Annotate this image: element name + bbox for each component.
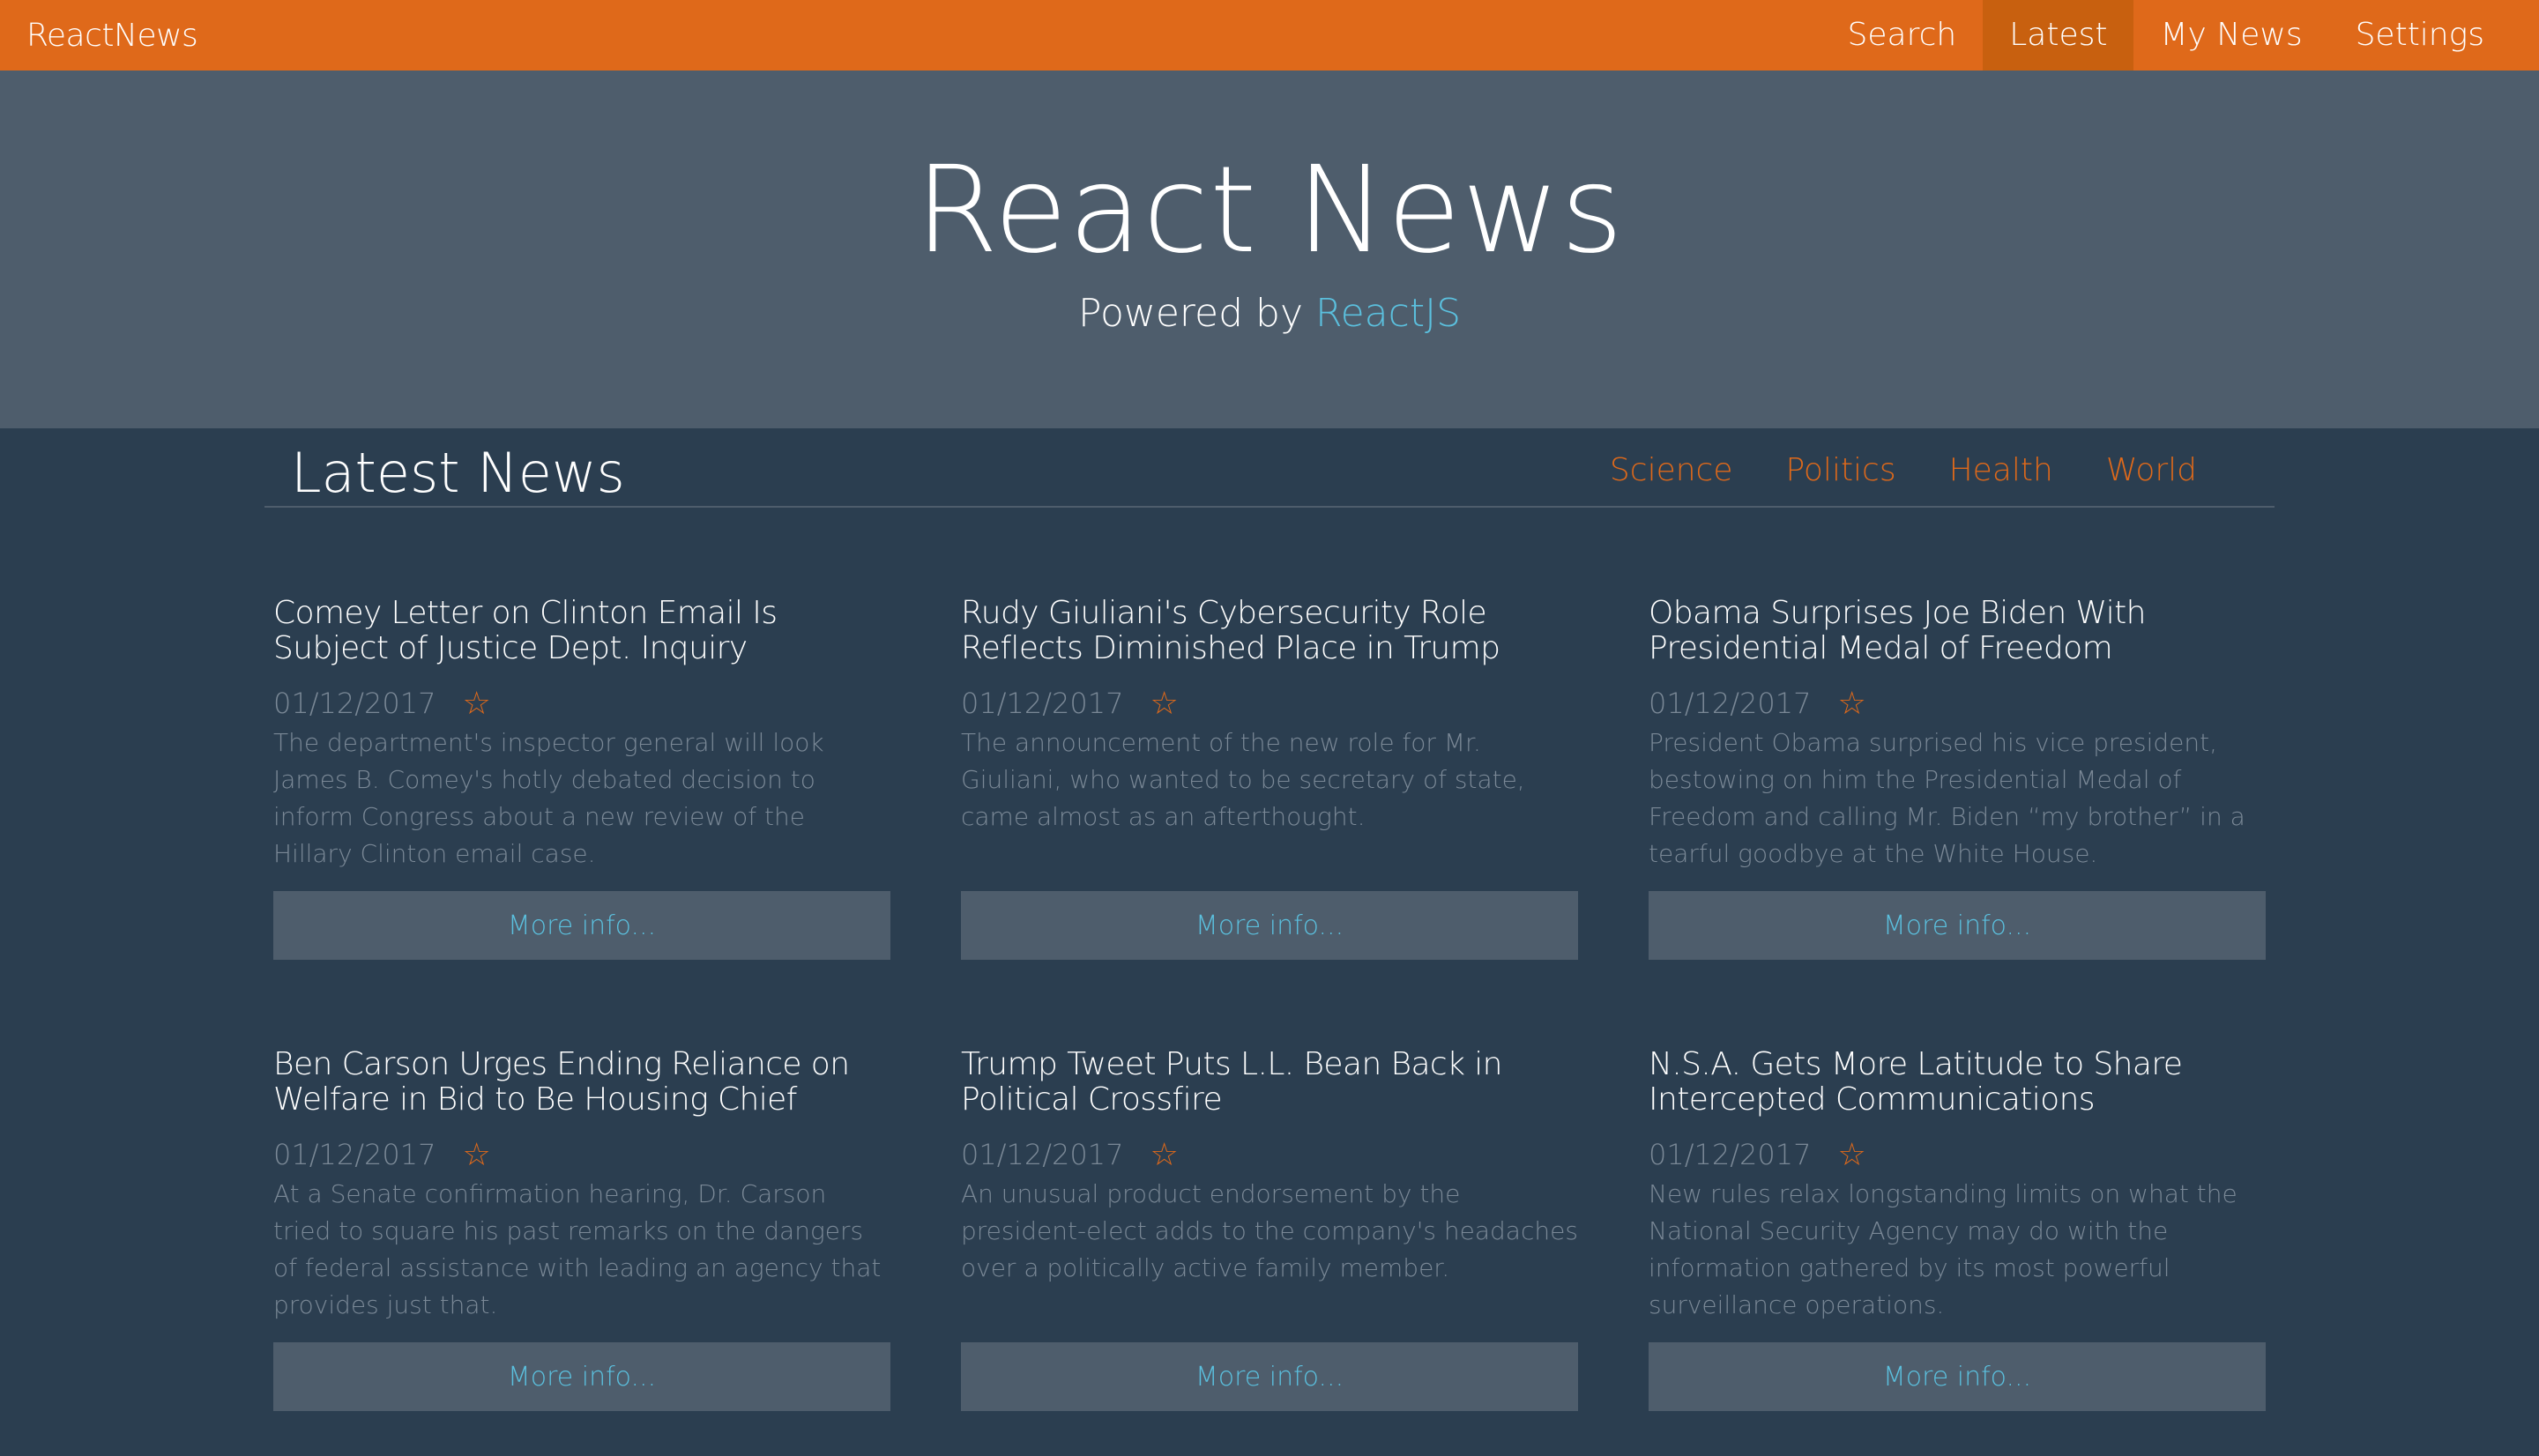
news-card-description: President Obama surprised his vice presi… <box>1649 728 2245 868</box>
category-politics[interactable]: Politics <box>1785 451 1895 489</box>
nav-search[interactable]: Search <box>1821 0 1984 71</box>
news-card-date: 01/12/2017 <box>961 1138 1124 1171</box>
news-card-title: Ben Carson Urges Ending Reliance on Welf… <box>273 1047 850 1118</box>
category-world[interactable]: World <box>2106 451 2197 489</box>
navbar: ReactNews Search Latest My News Settings <box>0 0 2539 71</box>
more-info-button[interactable]: More info... <box>1649 1342 2266 1411</box>
star-outline-icon[interactable]: ☆ <box>462 1137 490 1173</box>
category-science[interactable]: Science <box>1610 451 1733 489</box>
news-card-description: The announcement of the new role for Mr.… <box>961 728 1525 831</box>
news-card-meta: 01/12/2017 ☆ <box>273 1137 890 1173</box>
star-outline-icon[interactable]: ☆ <box>1150 1137 1178 1173</box>
news-card-title: Comey Letter on Clinton Email Is Subject… <box>273 596 778 666</box>
hero-subtitle: Powered by ReactJS <box>0 291 2539 338</box>
category-health[interactable]: Health <box>1949 451 2053 489</box>
news-card-description: An unusual product endorsement by the pr… <box>961 1179 1578 1282</box>
news-card-meta: 01/12/2017 ☆ <box>1649 1137 2266 1173</box>
news-card-title: Trump Tweet Puts L.L. Bean Back in Polit… <box>961 1047 1502 1118</box>
nav-latest[interactable]: Latest <box>1983 0 2134 71</box>
category-tabs: Science Politics Health World <box>1610 451 2197 489</box>
more-info-button[interactable]: More info... <box>961 891 1578 960</box>
news-card-meta: 01/12/2017 ☆ <box>273 686 890 722</box>
news-card: Trump Tweet Puts L.L. Bean Back in Polit… <box>961 1047 1578 1411</box>
hero-title: React News <box>914 141 1625 280</box>
nav-my-news[interactable]: My News <box>2133 0 2328 71</box>
nav-settings[interactable]: Settings <box>2329 0 2511 71</box>
reactjs-link[interactable]: ReactJS <box>1315 291 1461 336</box>
news-card-meta: 01/12/2017 ☆ <box>961 1137 1578 1173</box>
news-grid: Comey Letter on Clinton Email Is Subject… <box>273 596 2266 1415</box>
more-info-button[interactable]: More info... <box>1649 891 2266 960</box>
news-card: Obama Surprises Joe Biden With President… <box>1649 596 2266 960</box>
news-card-title: Rudy Giuliani's Cybersecurity Role Refle… <box>961 596 1500 666</box>
news-card-description: The department's inspector general will … <box>273 728 824 868</box>
news-card-meta: 01/12/2017 ☆ <box>1649 686 2266 722</box>
section-title: Latest News <box>291 441 625 505</box>
star-outline-icon[interactable]: ☆ <box>1837 1137 1865 1173</box>
news-card: N.S.A. Gets More Latitude to Share Inter… <box>1649 1047 2266 1411</box>
nav-links: Search Latest My News Settings <box>1821 0 2539 71</box>
more-info-button[interactable]: More info... <box>961 1342 1578 1411</box>
more-info-button[interactable]: More info... <box>273 891 890 960</box>
news-card: Comey Letter on Clinton Email Is Subject… <box>273 596 890 960</box>
news-card-date: 01/12/2017 <box>273 1138 436 1171</box>
news-card-date: 01/12/2017 <box>273 687 436 720</box>
hero-subtitle-prefix: Powered by <box>1077 291 1304 336</box>
brand-link[interactable]: ReactNews <box>0 18 198 54</box>
news-card-description: New rules relax longstanding limits on w… <box>1649 1179 2237 1319</box>
news-card-date: 01/12/2017 <box>1649 687 1812 720</box>
news-card-title: N.S.A. Gets More Latitude to Share Inter… <box>1649 1047 2183 1118</box>
news-card-meta: 01/12/2017 ☆ <box>961 686 1578 722</box>
news-card-description: At a Senate confirmation hearing, Dr. Ca… <box>273 1179 882 1319</box>
star-outline-icon[interactable]: ☆ <box>1150 686 1178 722</box>
news-card-date: 01/12/2017 <box>961 687 1124 720</box>
star-outline-icon[interactable]: ☆ <box>462 686 490 722</box>
star-outline-icon[interactable]: ☆ <box>1837 686 1865 722</box>
news-card-title: Obama Surprises Joe Biden With President… <box>1649 596 2146 666</box>
section-header: Latest News Science Politics Health Worl… <box>264 428 2275 508</box>
news-card: Rudy Giuliani's Cybersecurity Role Refle… <box>961 596 1578 960</box>
more-info-button[interactable]: More info... <box>273 1342 890 1411</box>
hero-banner: React News Powered by ReactJS <box>0 71 2539 428</box>
news-card: Ben Carson Urges Ending Reliance on Welf… <box>273 1047 890 1411</box>
news-card-date: 01/12/2017 <box>1649 1138 1812 1171</box>
